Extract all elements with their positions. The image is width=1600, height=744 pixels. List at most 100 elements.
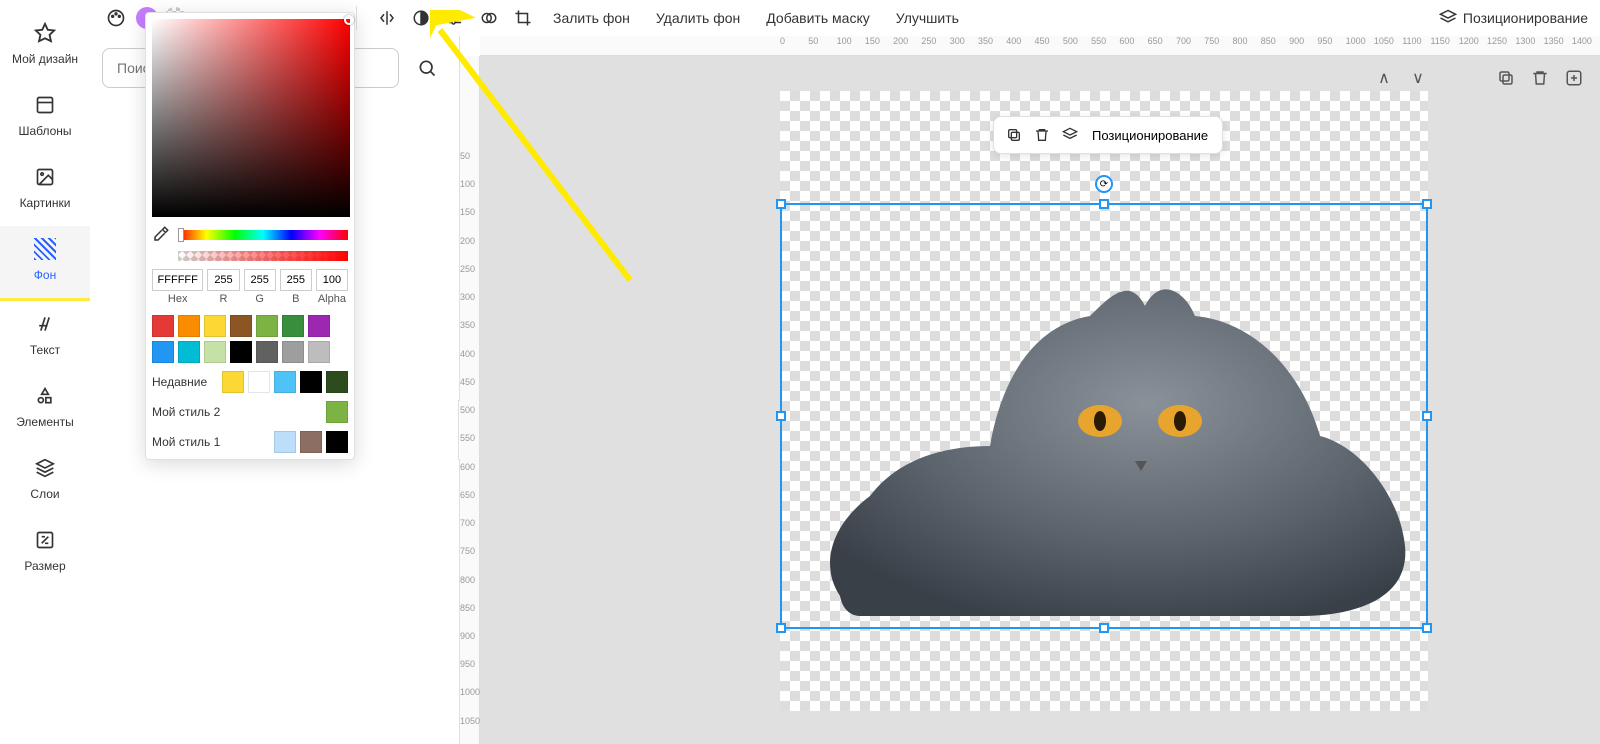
color-swatch[interactable] [152, 341, 174, 363]
sidebar-label: Шаблоны [18, 124, 71, 138]
style2-label: Мой стиль 1 [152, 435, 220, 449]
ruler-horizontal: 0501001502002503003504004505005506006507… [480, 36, 1600, 56]
page-actions [1494, 66, 1586, 90]
alpha-slider[interactable] [178, 251, 348, 261]
sidebar-item-layers[interactable]: Слои [0, 445, 90, 517]
alpha-input[interactable] [316, 269, 348, 291]
saturation-value-box[interactable] [152, 19, 350, 217]
selection-box[interactable]: ⟳ [780, 203, 1428, 629]
sidebar-label: Текст [30, 343, 60, 357]
color-swatch[interactable] [274, 431, 296, 453]
enhance-button[interactable]: Улучшить [886, 10, 969, 26]
copy-page-icon[interactable] [1494, 66, 1518, 90]
recent-label: Недавние [152, 375, 207, 389]
flip-icon[interactable] [373, 4, 401, 32]
color-swatch[interactable] [204, 315, 226, 337]
contrast-icon[interactable] [407, 4, 435, 32]
sidebar-item-background[interactable]: Фон [0, 226, 90, 301]
sidebar: Мой дизайн Шаблоны Картинки Фон Текст Эл… [0, 0, 90, 744]
eyedropper-icon[interactable] [152, 225, 172, 245]
hex-input[interactable] [152, 269, 203, 291]
selection-toolbar: Позиционирование [993, 116, 1223, 154]
sidebar-label: Фон [34, 268, 56, 282]
image-icon [34, 166, 56, 188]
handle-mid-left[interactable] [776, 411, 786, 421]
color-swatch[interactable] [326, 401, 348, 423]
color-swatch[interactable] [152, 315, 174, 337]
color-swatch[interactable] [248, 371, 270, 393]
r-input[interactable] [207, 269, 239, 291]
delete-icon[interactable] [1030, 123, 1054, 147]
layers-icon [1439, 9, 1457, 27]
color-swatch[interactable] [204, 341, 226, 363]
handle-top-left[interactable] [776, 199, 786, 209]
layers-icon [34, 457, 56, 479]
sidebar-item-text[interactable]: Текст [0, 301, 90, 373]
color-swatch[interactable] [326, 431, 348, 453]
canvas-area[interactable]: ∧ ∨ ⟳ [480, 56, 1600, 744]
color-swatch[interactable] [256, 315, 278, 337]
template-icon [34, 94, 56, 116]
sidebar-item-elements[interactable]: Элементы [0, 373, 90, 445]
hue-slider[interactable] [178, 230, 348, 240]
remove-bg-button[interactable]: Удалить фон [646, 10, 750, 26]
star-icon [34, 22, 56, 44]
handle-bottom-right[interactable] [1422, 623, 1432, 633]
color-picker: Hex R G B Alpha Недавние Мой стиль 2 Мой… [145, 12, 355, 460]
sidebar-item-templates[interactable]: Шаблоны [0, 82, 90, 154]
fill-bg-button[interactable]: Залить фон [543, 10, 640, 26]
sidebar-label: Размер [24, 559, 65, 573]
page-nav: ∧ ∨ [1372, 66, 1430, 90]
swatch-grid [152, 315, 348, 363]
ruler-vertical: 5010015020025030035040045050055060065070… [460, 56, 480, 744]
style1-label: Мой стиль 2 [152, 405, 220, 419]
prev-page-icon[interactable]: ∧ [1372, 66, 1396, 90]
sliders-icon[interactable] [441, 4, 469, 32]
b-input[interactable] [280, 269, 312, 291]
shapes-icon [34, 385, 56, 407]
sidebar-item-my-design[interactable]: Мой дизайн [0, 10, 90, 82]
sidebar-item-size[interactable]: Размер [0, 517, 90, 589]
color-swatch[interactable] [308, 315, 330, 337]
color-swatch[interactable] [300, 371, 322, 393]
positioning-text[interactable]: Позиционирование [1086, 128, 1214, 143]
color-swatch[interactable] [178, 341, 200, 363]
sidebar-label: Картинки [20, 196, 71, 210]
handle-bottom-mid[interactable] [1099, 623, 1109, 633]
color-swatch[interactable] [222, 371, 244, 393]
sidebar-item-images[interactable]: Картинки [0, 154, 90, 226]
color-swatch[interactable] [178, 315, 200, 337]
duplicate-icon[interactable] [1002, 123, 1026, 147]
rotate-handle[interactable]: ⟳ [1095, 175, 1113, 193]
delete-page-icon[interactable] [1528, 66, 1552, 90]
handle-top-right[interactable] [1422, 199, 1432, 209]
search-button[interactable] [407, 48, 447, 88]
palette-icon[interactable] [102, 4, 130, 32]
sidebar-label: Элементы [16, 415, 74, 429]
color-swatch[interactable] [230, 315, 252, 337]
sidebar-label: Слои [30, 487, 59, 501]
color-swatch[interactable] [300, 431, 322, 453]
layers-icon[interactable] [1058, 123, 1082, 147]
color-swatch[interactable] [282, 341, 304, 363]
sidebar-label: Мой дизайн [12, 52, 78, 66]
color-swatch[interactable] [308, 341, 330, 363]
color-swatch[interactable] [256, 341, 278, 363]
add-mask-button[interactable]: Добавить маску [756, 10, 879, 26]
handle-bottom-left[interactable] [776, 623, 786, 633]
next-page-icon[interactable]: ∨ [1406, 66, 1430, 90]
color-swatch[interactable] [274, 371, 296, 393]
overlap-icon[interactable] [475, 4, 503, 32]
color-swatch[interactable] [282, 315, 304, 337]
add-page-icon[interactable] [1562, 66, 1586, 90]
resize-icon [34, 529, 56, 551]
handle-top-mid[interactable] [1099, 199, 1109, 209]
color-swatch[interactable] [326, 371, 348, 393]
text-icon [34, 313, 56, 335]
handle-mid-right[interactable] [1422, 411, 1432, 421]
hatch-icon [34, 238, 56, 260]
g-input[interactable] [244, 269, 276, 291]
crop-icon[interactable] [509, 4, 537, 32]
positioning-button[interactable]: Позиционирование [1439, 9, 1588, 27]
color-swatch[interactable] [230, 341, 252, 363]
